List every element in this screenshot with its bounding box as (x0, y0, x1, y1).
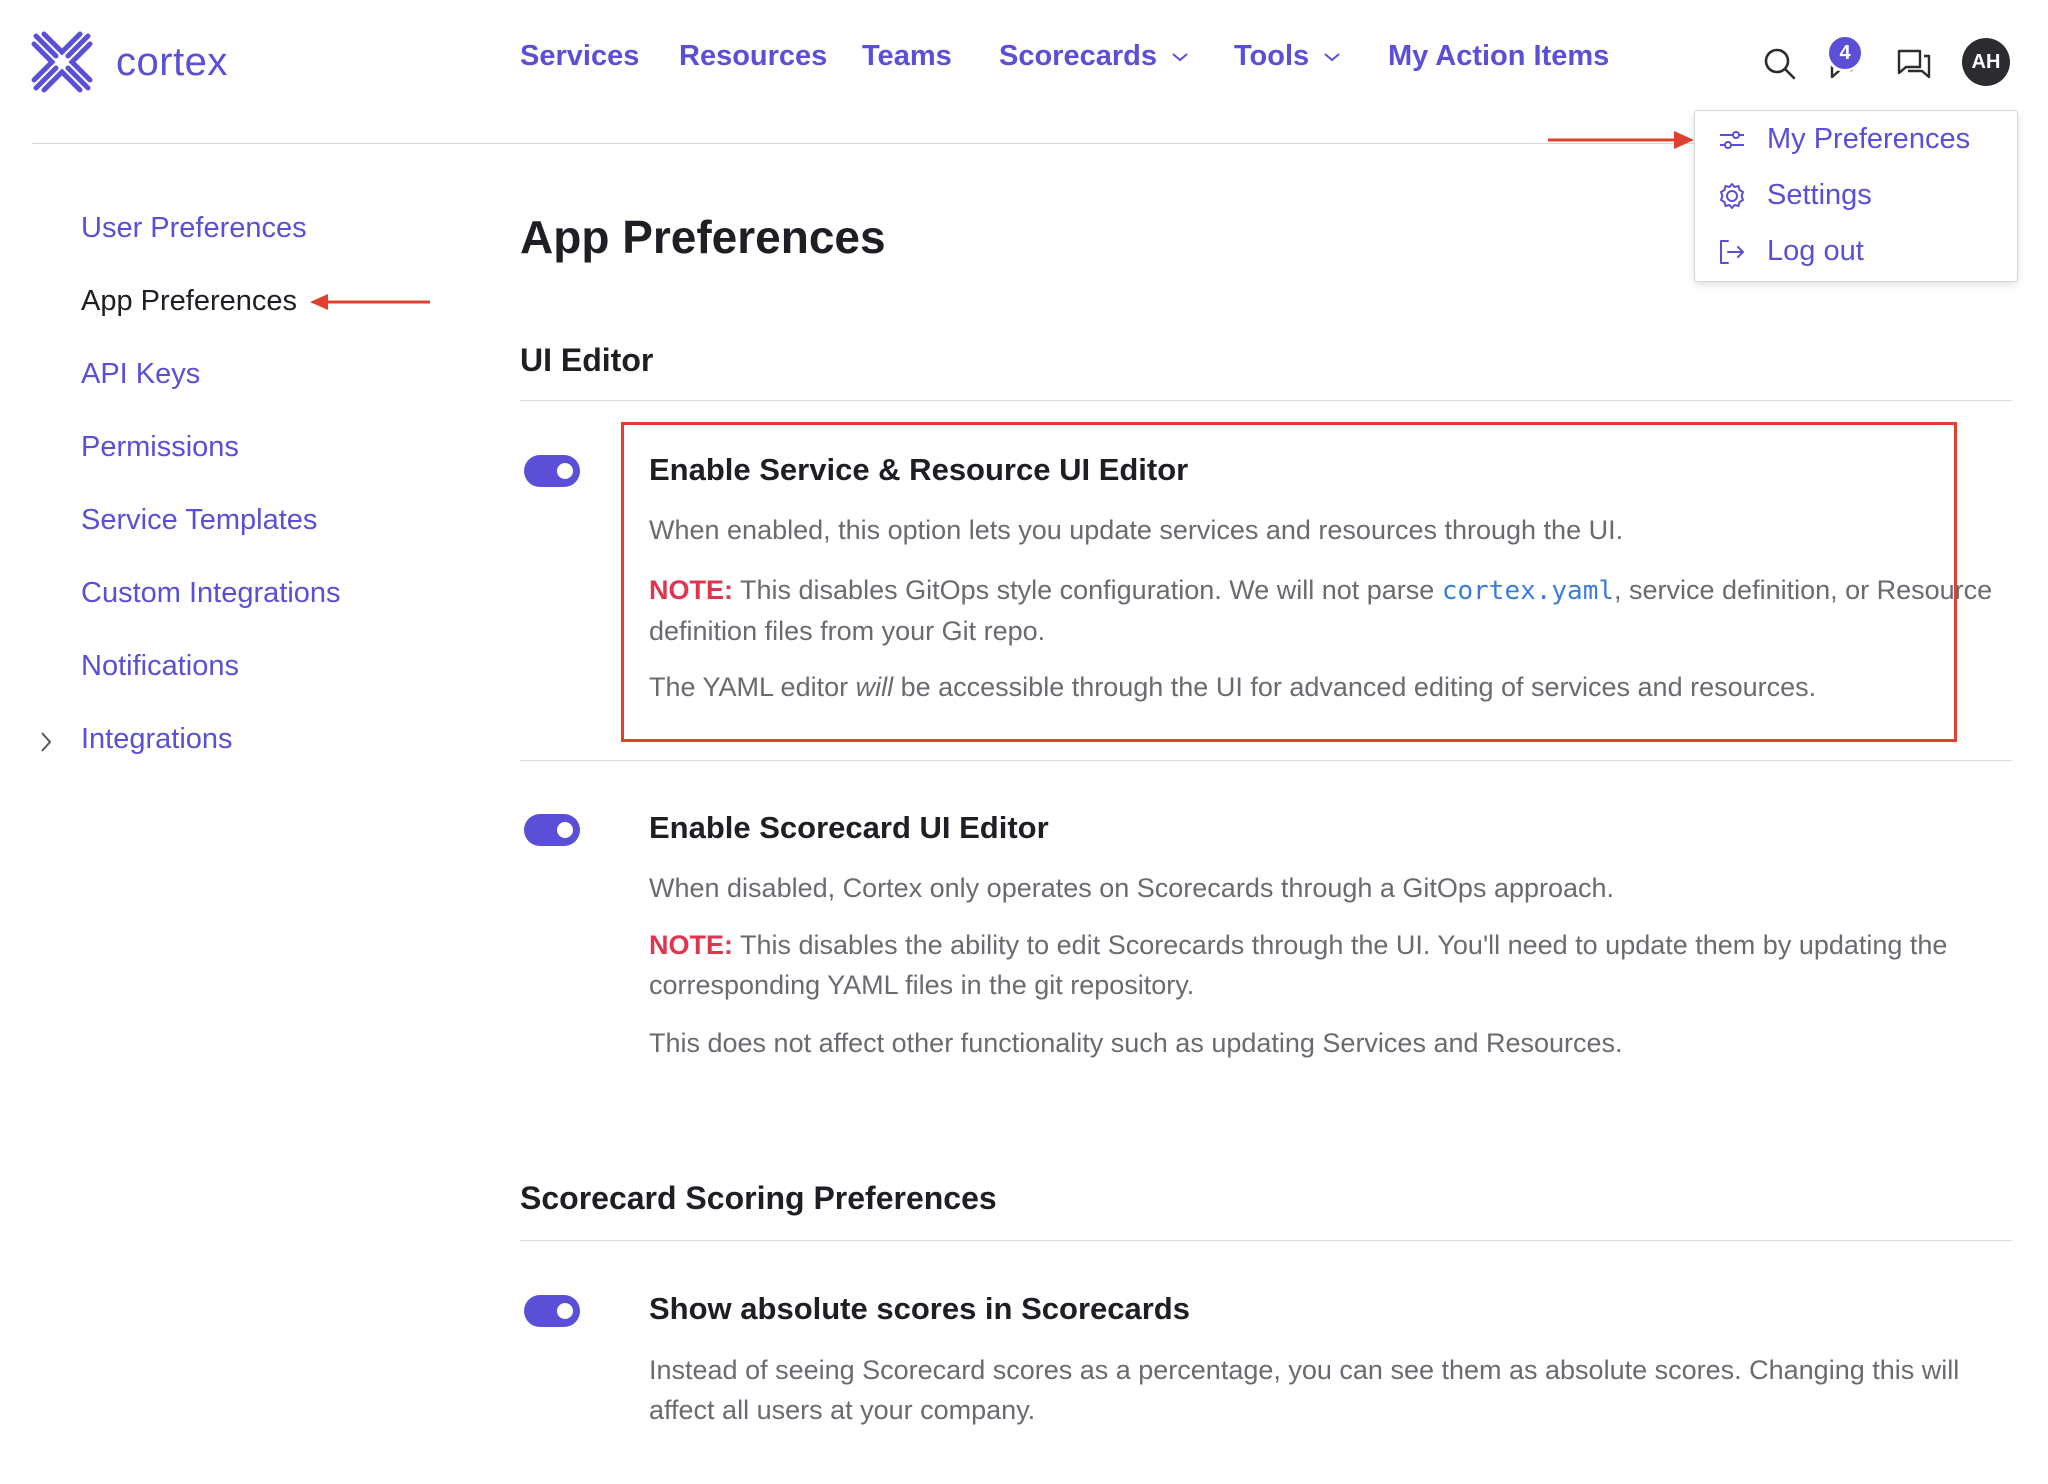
cortex-logo[interactable]: cortex (30, 30, 228, 94)
setting-extra: The YAML editor will be accessible throu… (649, 667, 2004, 707)
sidebar-item-user-preferences[interactable]: User Preferences (81, 212, 307, 245)
gear-icon (1720, 182, 1744, 209)
toggle-absolute-scores[interactable] (524, 1295, 580, 1327)
avatar[interactable]: AH (1962, 38, 2010, 86)
setting-title: Enable Scorecard UI Editor (649, 810, 1049, 845)
nav-services-label: Services (520, 40, 640, 72)
menu-item-label: Settings (1767, 179, 1872, 211)
note-label: NOTE: (649, 575, 733, 605)
setting-divider (520, 760, 2012, 761)
chevron-right-icon[interactable] (38, 730, 54, 754)
nav-services[interactable]: Services (520, 40, 639, 73)
menu-item-label: Log out (1767, 235, 1864, 267)
sidebar-item-integrations[interactable]: Integrations (81, 723, 233, 756)
menu-item-my-preferences[interactable]: My Preferences (1717, 123, 1970, 156)
setting-description: When disabled, Cortex only operates on S… (649, 873, 1615, 903)
extra-text: The YAML editor (649, 672, 856, 702)
menu-item-label: My Preferences (1767, 123, 1971, 155)
section-title-ui-editor: UI Editor (520, 342, 654, 378)
sidebar-item-notifications[interactable]: Notifications (81, 650, 239, 683)
sidebar-item-permissions[interactable]: Permissions (81, 431, 239, 464)
note-text: This disables GitOps style configuration… (733, 575, 1442, 605)
nav-teams[interactable]: Teams (862, 40, 952, 73)
sidebar-item-service-templates[interactable]: Service Templates (81, 504, 317, 537)
setting-note: NOTE: This disables GitOps style configu… (649, 570, 2004, 651)
menu-item-settings[interactable]: Settings (1717, 179, 1872, 212)
menu-item-log-out[interactable]: Log out (1717, 235, 1864, 268)
nav-resources[interactable]: Resources (679, 40, 827, 73)
setting-description: Instead of seeing Scorecard scores as a … (649, 1355, 1960, 1425)
setting-title: Enable Service & Resource UI Editor (649, 452, 1189, 487)
user-menu-dropdown: My Preferences Settings Log out (1694, 110, 2018, 282)
sidebar-item-api-keys[interactable]: API Keys (81, 358, 200, 391)
chevron-down-icon (1324, 52, 1340, 61)
section-divider (520, 1240, 2012, 1241)
annotation-arrow (310, 294, 430, 310)
nav-resources-label: Resources (679, 40, 828, 72)
extra-emphasis: will (855, 672, 894, 702)
code-filename: cortex.yaml (1441, 576, 1615, 606)
sidebar-item-app-preferences[interactable]: App Preferences (81, 285, 297, 318)
toggle-service-resource-ui-editor[interactable] (524, 455, 580, 487)
setting-note: NOTE: This disables the ability to edit … (649, 925, 2004, 1005)
notification-count-badge: 4 (1826, 34, 1864, 72)
toggle-scorecard-ui-editor[interactable] (524, 814, 580, 846)
setting-description: When enabled, this option lets you updat… (649, 515, 1624, 545)
logout-icon (1720, 239, 1744, 264)
chevron-down-icon (1172, 52, 1188, 61)
nav-my-action-items[interactable]: My Action Items (1388, 40, 1609, 73)
note-label: NOTE: (649, 930, 733, 960)
nav-scorecards-label: Scorecards (999, 40, 1157, 72)
chat-icon[interactable] (1894, 44, 1934, 84)
setting-title: Show absolute scores in Scorecards (649, 1291, 1190, 1326)
annotation-arrow (1548, 131, 1694, 149)
logo-text: cortex (116, 39, 228, 84)
note-text: This disables the ability to edit Scorec… (649, 930, 1948, 1000)
section-title-scorecard-scoring: Scorecard Scoring Preferences (520, 1180, 997, 1216)
extra-text: be accessible through the UI for advance… (893, 672, 1817, 702)
nav-my-action-items-label: My Action Items (1388, 40, 1610, 72)
sliders-icon (1720, 130, 1744, 149)
cortex-logo-icon (31, 31, 93, 93)
setting-extra: This does not affect other functionality… (649, 1028, 1623, 1058)
sidebar-item-custom-integrations[interactable]: Custom Integrations (81, 577, 341, 610)
nav-tools-label: Tools (1234, 40, 1310, 72)
section-divider (520, 400, 2012, 401)
search-icon[interactable] (1760, 44, 1800, 84)
nav-teams-label: Teams (862, 40, 952, 72)
page-title: App Preferences (520, 211, 886, 263)
nav-scorecards[interactable]: Scorecards (999, 40, 1189, 73)
nav-tools[interactable]: Tools (1234, 40, 1341, 73)
